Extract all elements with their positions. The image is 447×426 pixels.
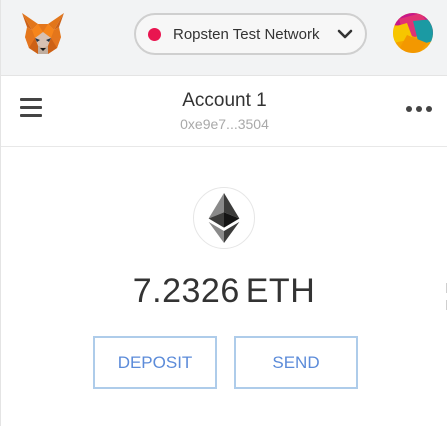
account-identicon-icon[interactable] <box>393 13 433 53</box>
account-name[interactable]: Account 1 <box>182 90 267 111</box>
more-options-icon[interactable] <box>406 104 432 114</box>
app-header: Ropsten Test Network <box>1 0 447 76</box>
deposit-button[interactable]: DEPOSIT <box>93 336 217 389</box>
ethereum-diamond-icon <box>208 193 240 243</box>
hamburger-menu-icon[interactable] <box>20 98 42 118</box>
token-balance: 7.2326 ETH <box>1 272 447 311</box>
balance-amount: 7.2326 <box>132 272 240 310</box>
network-selector[interactable]: Ropsten Test Network <box>134 13 367 55</box>
balance-unit: ETH <box>245 272 316 310</box>
network-status-dot <box>148 27 161 41</box>
send-button[interactable]: SEND <box>234 336 358 389</box>
metamask-fox-icon[interactable] <box>19 10 67 58</box>
ethereum-icon <box>193 187 255 249</box>
account-header: Account 1 0xe9e7...3504 <box>1 76 447 147</box>
network-label: Ropsten Test Network <box>173 25 320 43</box>
chevron-down-icon <box>337 29 353 39</box>
account-address[interactable]: 0xe9e7...3504 <box>180 116 269 132</box>
wallet-app: Ropsten Test Network Account 1 0xe9e7...… <box>0 0 447 426</box>
